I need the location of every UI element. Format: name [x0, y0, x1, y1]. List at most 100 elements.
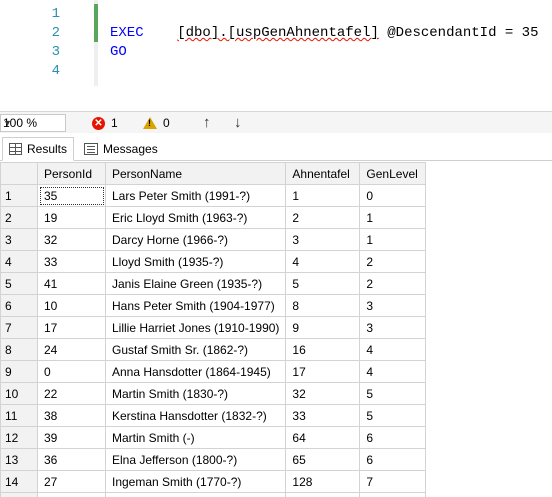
next-error-arrow-icon[interactable]: ↓: [234, 114, 242, 131]
genlevel-cell[interactable]: 2: [359, 272, 427, 295]
personid-cell[interactable]: 19: [37, 206, 106, 229]
personid-cell[interactable]: 24: [37, 338, 106, 361]
personid-cell[interactable]: 10: [37, 294, 106, 317]
row-number-cell[interactable]: 3: [0, 228, 38, 251]
row-number-cell[interactable]: 15: [0, 492, 38, 497]
table-row[interactable]: 11 38 Kerstina Hansdotter (1832-?) 33 5: [0, 404, 427, 427]
tab-messages[interactable]: Messages: [78, 137, 164, 161]
table-row[interactable]: 4 33 Lloyd Smith (1935-?) 4 2: [0, 250, 427, 273]
personname-cell[interactable]: Lillie Harriet Jones (1910-1990): [104, 316, 287, 339]
personid-cell[interactable]: 17: [37, 316, 106, 339]
previous-error-arrow-icon[interactable]: ↑: [203, 114, 211, 131]
table-row[interactable]: 9 0 Anna Hansdotter (1864-1945) 17 4: [0, 360, 427, 383]
ahnentafel-cell[interactable]: 3: [285, 228, 361, 251]
ahnentafel-cell[interactable]: 33: [285, 404, 361, 427]
genlevel-cell[interactable]: 5: [359, 404, 427, 427]
genlevel-cell[interactable]: 6: [359, 448, 427, 471]
column-header-personname[interactable]: PersonName: [104, 162, 287, 185]
row-number-cell[interactable]: 13: [0, 448, 38, 471]
results-grid[interactable]: PersonId PersonName Ahnentafel GenLevel …: [0, 162, 552, 497]
personid-cell[interactable]: 36: [37, 448, 106, 471]
ahnentafel-cell[interactable]: 4: [285, 250, 361, 273]
row-number-cell[interactable]: 2: [0, 206, 38, 229]
personid-cell[interactable]: 32: [37, 228, 106, 251]
row-number-cell[interactable]: 8: [0, 338, 38, 361]
ahnentafel-cell[interactable]: 32: [285, 382, 361, 405]
personid-cell[interactable]: 41: [37, 272, 106, 295]
table-row[interactable]: 6 10 Hans Peter Smith (1904-1977) 8 3: [0, 294, 427, 317]
table-row[interactable]: 12 39 Martin Smith (-) 64 6: [0, 426, 427, 449]
code-line[interactable]: 4: [0, 61, 552, 81]
row-number-cell[interactable]: 4: [0, 250, 38, 273]
ahnentafel-cell[interactable]: 1: [285, 184, 361, 207]
tab-results[interactable]: Results: [2, 137, 75, 161]
ahnentafel-cell[interactable]: 9: [285, 316, 361, 339]
table-row[interactable]: 1525Marta Ericsdotter (1775-?)1297: [0, 492, 427, 497]
personname-cell[interactable]: Ingeman Smith (1770-?): [104, 470, 287, 493]
table-row[interactable]: 2 19 Eric Lloyd Smith (1963-?) 2 1: [0, 206, 427, 229]
column-header-genlevel[interactable]: GenLevel: [359, 162, 427, 185]
column-header-ahnentafel[interactable]: Ahnentafel: [285, 162, 361, 185]
corner-cell[interactable]: [0, 162, 38, 185]
ahnentafel-cell[interactable]: 64: [285, 426, 361, 449]
genlevel-cell[interactable]: 1: [359, 228, 427, 251]
personname-cell[interactable]: Kerstina Hansdotter (1832-?): [104, 404, 287, 427]
genlevel-cell[interactable]: 3: [359, 294, 427, 317]
row-number-cell[interactable]: 10: [0, 382, 38, 405]
warning-count[interactable]: 0: [143, 115, 170, 131]
row-number-cell[interactable]: 6: [0, 294, 38, 317]
personname-cell[interactable]: Marta Ericsdotter (1775-?): [104, 492, 287, 497]
personid-cell[interactable]: 22: [37, 382, 106, 405]
row-number-cell[interactable]: 14: [0, 470, 38, 493]
personid-cell[interactable]: 38: [37, 404, 106, 427]
row-number-cell[interactable]: 9: [0, 360, 38, 383]
row-number-cell[interactable]: 7: [0, 316, 38, 339]
personname-cell[interactable]: Janis Elaine Green (1935-?): [104, 272, 287, 295]
personname-cell[interactable]: Gustaf Smith Sr. (1862-?): [104, 338, 287, 361]
genlevel-cell[interactable]: 3: [359, 316, 427, 339]
personname-cell[interactable]: Anna Hansdotter (1864-1945): [104, 360, 287, 383]
ahnentafel-cell[interactable]: 8: [285, 294, 361, 317]
genlevel-cell[interactable]: 4: [359, 338, 427, 361]
table-row[interactable]: 8 24 Gustaf Smith Sr. (1862-?) 16 4: [0, 338, 427, 361]
personname-cell[interactable]: Martin Smith (-): [104, 426, 287, 449]
table-row[interactable]: 13 36 Elna Jefferson (1800-?) 65 6: [0, 448, 427, 471]
table-row[interactable]: 3 32 Darcy Horne (1966-?) 3 1: [0, 228, 427, 251]
error-count[interactable]: ✕ 1: [92, 115, 118, 131]
genlevel-cell[interactable]: 5: [359, 382, 427, 405]
row-number-cell[interactable]: 5: [0, 272, 38, 295]
ahnentafel-cell[interactable]: 65: [285, 448, 361, 471]
personname-cell[interactable]: Hans Peter Smith (1904-1977): [104, 294, 287, 317]
genlevel-cell[interactable]: 7: [359, 492, 427, 497]
table-row[interactable]: 1 35 Lars Peter Smith (1991-?) 1 0: [0, 184, 427, 207]
row-number-cell[interactable]: 12: [0, 426, 38, 449]
row-number-cell[interactable]: 1: [0, 184, 38, 207]
column-header-personid[interactable]: PersonId: [37, 162, 106, 185]
genlevel-cell[interactable]: 7: [359, 470, 427, 493]
table-row[interactable]: 14 27 Ingeman Smith (1770-?) 128 7: [0, 470, 427, 493]
genlevel-cell[interactable]: 1: [359, 206, 427, 229]
code-line[interactable]: 3 GO: [0, 42, 552, 62]
personid-cell[interactable]: 35: [37, 184, 106, 207]
ahnentafel-cell[interactable]: 5: [285, 272, 361, 295]
zoom-dropdown[interactable]: 100 % ▼: [0, 114, 66, 132]
genlevel-cell[interactable]: 4: [359, 360, 427, 383]
personname-cell[interactable]: Lars Peter Smith (1991-?): [104, 184, 287, 207]
personid-cell[interactable]: 27: [37, 470, 106, 493]
code-line[interactable]: 2 EXEC [dbo].[uspGenAhnentafel] @Descenda…: [0, 23, 552, 43]
ahnentafel-cell[interactable]: 16: [285, 338, 361, 361]
personname-cell[interactable]: Elna Jefferson (1800-?): [104, 448, 287, 471]
personid-cell[interactable]: 33: [37, 250, 106, 273]
table-row[interactable]: 7 17 Lillie Harriet Jones (1910-1990) 9 3: [0, 316, 427, 339]
genlevel-cell[interactable]: 0: [359, 184, 427, 207]
personname-cell[interactable]: Darcy Horne (1966-?): [104, 228, 287, 251]
personid-cell[interactable]: 25: [37, 492, 106, 497]
ahnentafel-cell[interactable]: 128: [285, 470, 361, 493]
ahnentafel-cell[interactable]: 17: [285, 360, 361, 383]
row-number-cell[interactable]: 11: [0, 404, 38, 427]
personname-cell[interactable]: Lloyd Smith (1935-?): [104, 250, 287, 273]
query-editor[interactable]: 1 2 EXEC [dbo].[uspGenAhnentafel] @Descend…: [0, 0, 552, 109]
code-line[interactable]: 1: [0, 4, 552, 24]
genlevel-cell[interactable]: 6: [359, 426, 427, 449]
personid-cell[interactable]: 0: [37, 360, 106, 383]
